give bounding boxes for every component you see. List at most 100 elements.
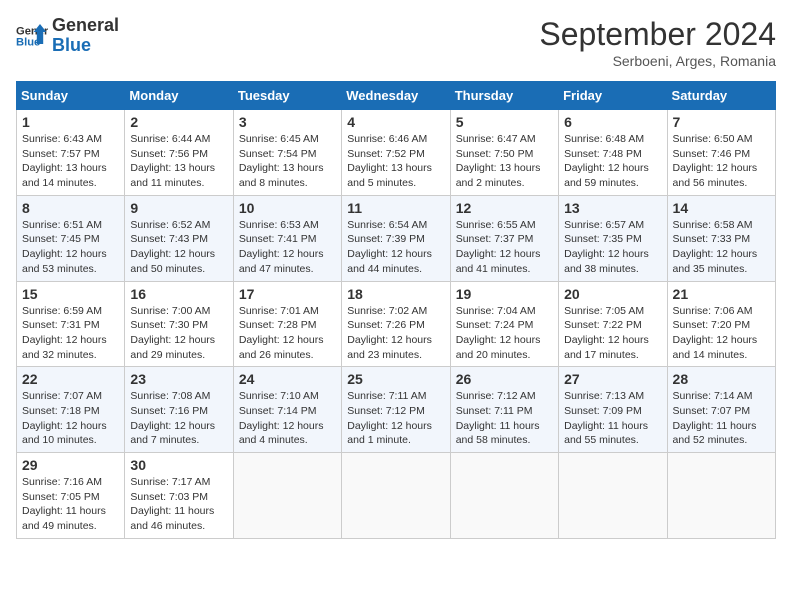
calendar-cell (667, 453, 775, 539)
calendar-cell: 6 Sunrise: 6:48 AMSunset: 7:48 PMDaylight… (559, 110, 667, 196)
calendar-cell: 12 Sunrise: 6:55 AMSunset: 7:37 PMDayligh… (450, 195, 558, 281)
calendar-cell: 29 Sunrise: 7:16 AMSunset: 7:05 PMDayligh… (17, 453, 125, 539)
logo: General Blue General Blue (16, 16, 119, 56)
day-number: 22 (22, 371, 119, 387)
day-info: Sunrise: 7:14 AMSunset: 7:07 PMDaylight:… (673, 389, 770, 448)
calendar-cell: 19 Sunrise: 7:04 AMSunset: 7:24 PMDayligh… (450, 281, 558, 367)
day-number: 7 (673, 114, 770, 130)
calendar-cell (342, 453, 450, 539)
day-info: Sunrise: 7:17 AMSunset: 7:03 PMDaylight:… (130, 475, 227, 534)
calendar-cell: 5 Sunrise: 6:47 AMSunset: 7:50 PMDaylight… (450, 110, 558, 196)
day-number: 19 (456, 286, 553, 302)
day-info: Sunrise: 6:57 AMSunset: 7:35 PMDaylight:… (564, 218, 661, 277)
day-info: Sunrise: 6:55 AMSunset: 7:37 PMDaylight:… (456, 218, 553, 277)
calendar-cell: 11 Sunrise: 6:54 AMSunset: 7:39 PMDayligh… (342, 195, 450, 281)
logo-text: General Blue (52, 16, 119, 56)
calendar-cell: 4Sunrise: 6:46 AMSunset: 7:52 PMDaylight… (342, 110, 450, 196)
day-number: 3 (239, 114, 336, 130)
calendar-cell: 13 Sunrise: 6:57 AMSunset: 7:35 PMDayligh… (559, 195, 667, 281)
day-info: Sunrise: 6:59 AMSunset: 7:31 PMDaylight:… (22, 304, 119, 363)
page-header: General Blue General Blue September 2024… (16, 16, 776, 69)
col-header-sunday: Sunday (17, 82, 125, 110)
calendar-table: SundayMondayTuesdayWednesdayThursdayFrid… (16, 81, 776, 539)
svg-text:Blue: Blue (16, 36, 40, 48)
calendar-cell: 7 Sunrise: 6:50 AMSunset: 7:46 PMDaylight… (667, 110, 775, 196)
day-info: Sunrise: 7:00 AMSunset: 7:30 PMDaylight:… (130, 304, 227, 363)
col-header-saturday: Saturday (667, 82, 775, 110)
calendar-week-3: 15 Sunrise: 6:59 AMSunset: 7:31 PMDayligh… (17, 281, 776, 367)
calendar-cell: 15 Sunrise: 6:59 AMSunset: 7:31 PMDayligh… (17, 281, 125, 367)
day-info: Sunrise: 6:48 AMSunset: 7:48 PMDaylight:… (564, 132, 661, 191)
day-info: Sunrise: 7:07 AMSunset: 7:18 PMDaylight:… (22, 389, 119, 448)
calendar-cell (450, 453, 558, 539)
col-header-monday: Monday (125, 82, 233, 110)
calendar-cell (559, 453, 667, 539)
day-info: Sunrise: 6:51 AMSunset: 7:45 PMDaylight:… (22, 218, 119, 277)
day-number: 17 (239, 286, 336, 302)
calendar-cell (233, 453, 341, 539)
day-number: 5 (456, 114, 553, 130)
day-number: 27 (564, 371, 661, 387)
calendar-cell: 24Sunrise: 7:10 AMSunset: 7:14 PMDayligh… (233, 367, 341, 453)
day-info: Sunrise: 6:43 AMSunset: 7:57 PMDaylight:… (22, 132, 119, 191)
day-number: 8 (22, 200, 119, 216)
calendar-cell: 2Sunrise: 6:44 AMSunset: 7:56 PMDaylight… (125, 110, 233, 196)
day-info: Sunrise: 6:45 AMSunset: 7:54 PMDaylight:… (239, 132, 336, 191)
day-info: Sunrise: 6:50 AMSunset: 7:46 PMDaylight:… (673, 132, 770, 191)
day-number: 1 (22, 114, 119, 130)
day-number: 21 (673, 286, 770, 302)
calendar-cell: 28Sunrise: 7:14 AMSunset: 7:07 PMDayligh… (667, 367, 775, 453)
day-info: Sunrise: 7:12 AMSunset: 7:11 PMDaylight:… (456, 389, 553, 448)
calendar-cell: 16 Sunrise: 7:00 AMSunset: 7:30 PMDayligh… (125, 281, 233, 367)
day-number: 11 (347, 200, 444, 216)
day-number: 6 (564, 114, 661, 130)
day-info: Sunrise: 6:47 AMSunset: 7:50 PMDaylight:… (456, 132, 553, 191)
calendar-cell: 8 Sunrise: 6:51 AMSunset: 7:45 PMDaylight… (17, 195, 125, 281)
day-number: 9 (130, 200, 227, 216)
day-info: Sunrise: 7:10 AMSunset: 7:14 PMDaylight:… (239, 389, 336, 448)
calendar-cell: 1 Sunrise: 6:43 AMSunset: 7:57 PMDaylight… (17, 110, 125, 196)
calendar-cell: 23 Sunrise: 7:08 AMSunset: 7:16 PMDayligh… (125, 367, 233, 453)
day-number: 10 (239, 200, 336, 216)
day-number: 13 (564, 200, 661, 216)
day-info: Sunrise: 7:08 AMSunset: 7:16 PMDaylight:… (130, 389, 227, 448)
col-header-friday: Friday (559, 82, 667, 110)
day-info: Sunrise: 7:04 AMSunset: 7:24 PMDaylight:… (456, 304, 553, 363)
calendar-week-1: 1 Sunrise: 6:43 AMSunset: 7:57 PMDaylight… (17, 110, 776, 196)
day-number: 23 (130, 371, 227, 387)
day-info: Sunrise: 7:05 AMSunset: 7:22 PMDaylight:… (564, 304, 661, 363)
day-number: 29 (22, 457, 119, 473)
month-title: September 2024 (539, 16, 776, 53)
day-info: Sunrise: 7:06 AMSunset: 7:20 PMDaylight:… (673, 304, 770, 363)
day-number: 4 (347, 114, 444, 130)
day-number: 30 (130, 457, 227, 473)
calendar-cell: 21 Sunrise: 7:06 AMSunset: 7:20 PMDayligh… (667, 281, 775, 367)
calendar-cell: 18Sunrise: 7:02 AMSunset: 7:26 PMDayligh… (342, 281, 450, 367)
location-subtitle: Serboeni, Arges, Romania (539, 53, 776, 69)
title-block: September 2024 Serboeni, Arges, Romania (539, 16, 776, 69)
day-info: Sunrise: 7:02 AMSunset: 7:26 PMDaylight:… (347, 304, 444, 363)
col-header-tuesday: Tuesday (233, 82, 341, 110)
day-number: 16 (130, 286, 227, 302)
col-header-wednesday: Wednesday (342, 82, 450, 110)
day-number: 20 (564, 286, 661, 302)
day-number: 15 (22, 286, 119, 302)
day-info: Sunrise: 7:01 AMSunset: 7:28 PMDaylight:… (239, 304, 336, 363)
day-info: Sunrise: 7:11 AMSunset: 7:12 PMDaylight:… (347, 389, 444, 448)
day-info: Sunrise: 6:54 AMSunset: 7:39 PMDaylight:… (347, 218, 444, 277)
day-number: 12 (456, 200, 553, 216)
day-number: 26 (456, 371, 553, 387)
day-info: Sunrise: 7:16 AMSunset: 7:05 PMDaylight:… (22, 475, 119, 534)
calendar-week-4: 22 Sunrise: 7:07 AMSunset: 7:18 PMDayligh… (17, 367, 776, 453)
day-info: Sunrise: 6:53 AMSunset: 7:41 PMDaylight:… (239, 218, 336, 277)
day-number: 25 (347, 371, 444, 387)
calendar-cell: 17 Sunrise: 7:01 AMSunset: 7:28 PMDayligh… (233, 281, 341, 367)
calendar-week-2: 8 Sunrise: 6:51 AMSunset: 7:45 PMDaylight… (17, 195, 776, 281)
calendar-week-5: 29 Sunrise: 7:16 AMSunset: 7:05 PMDayligh… (17, 453, 776, 539)
day-number: 2 (130, 114, 227, 130)
calendar-cell: 14Sunrise: 6:58 AMSunset: 7:33 PMDayligh… (667, 195, 775, 281)
col-header-thursday: Thursday (450, 82, 558, 110)
day-info: Sunrise: 6:52 AMSunset: 7:43 PMDaylight:… (130, 218, 227, 277)
calendar-cell: 27Sunrise: 7:13 AMSunset: 7:09 PMDayligh… (559, 367, 667, 453)
day-number: 14 (673, 200, 770, 216)
